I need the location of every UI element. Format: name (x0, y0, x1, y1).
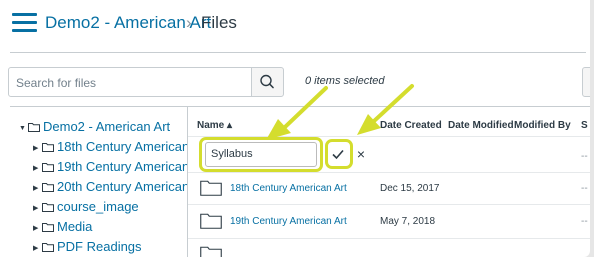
collapsed-triangle-icon: ▶ (33, 165, 39, 172)
collapsed-triangle-icon: ▶ (33, 185, 39, 192)
tree-root-label: Demo2 - American Art (43, 119, 171, 134)
folder-icon (42, 223, 54, 232)
folder-icon (200, 246, 222, 257)
hamburger-menu-icon[interactable] (12, 13, 37, 33)
folder-icon (42, 183, 54, 192)
search-button[interactable] (251, 67, 284, 97)
folder-icon (42, 203, 54, 212)
tree-item-label: PDF Readings (57, 239, 142, 254)
row-divider (188, 204, 590, 205)
column-header-name[interactable]: Name ▴ (197, 120, 232, 131)
tree-item-label: Media (57, 219, 93, 234)
search-input[interactable]: Search for files (8, 67, 252, 97)
folder-icon (42, 243, 54, 252)
tree-item-label: 18th Century American Art (57, 139, 187, 154)
folder-icon (200, 180, 222, 196)
header-divider (10, 52, 586, 53)
collapsed-triangle-icon: ▶ (33, 245, 39, 252)
files-page: Demo2 - American Art › Files Search for … (0, 0, 590, 257)
file-row-date-created: Dec 15, 2017 (380, 183, 440, 194)
cancel-folder-button[interactable]: × (354, 144, 368, 164)
folder-icon (42, 163, 54, 172)
toolbar-divider (10, 106, 590, 107)
tree-item-label: course_image (57, 199, 139, 214)
folder-icon (28, 123, 40, 132)
row-divider (188, 172, 590, 173)
file-row-name-link[interactable]: 19th Century American Art (230, 216, 347, 227)
collapsed-triangle-icon: ▶ (33, 225, 39, 232)
column-header-size[interactable]: S (581, 120, 588, 131)
file-row-modified-by: -- (581, 183, 588, 194)
file-row-date-created: May 7, 2018 (380, 216, 436, 227)
expanded-triangle-icon: ▼ (19, 125, 26, 132)
toolbar-action-button[interactable] (582, 67, 590, 97)
tree-item-20th-century[interactable]: ▶ 20th Century American Art (33, 179, 187, 195)
file-row-modified-by: -- (581, 216, 588, 227)
file-row-name-link[interactable]: 18th Century American Art (230, 183, 347, 194)
collapsed-triangle-icon: ▶ (33, 145, 39, 152)
checkmark-highlight (325, 139, 353, 169)
tree-item-course-image[interactable]: ▶ course_image (33, 199, 139, 215)
search-icon (260, 74, 274, 89)
tree-item-18th-century[interactable]: ▶ 18th Century American Art (33, 139, 187, 155)
folder-tree: ▼ Demo2 - American Art ▶ 18th Century Amer… (0, 110, 187, 257)
tree-item-media[interactable]: ▶ Media (33, 219, 92, 235)
collapsed-triangle-icon: ▶ (33, 205, 39, 212)
folder-icon (200, 213, 222, 229)
column-header-modified-by[interactable]: Modified By (514, 120, 571, 131)
items-selected-count: 0 items selected (305, 75, 385, 87)
tree-root-item[interactable]: ▼ Demo2 - American Art (19, 119, 170, 135)
column-header-date-created[interactable]: Date Created (380, 120, 442, 131)
tree-item-pdf-readings[interactable]: ▶ PDF Readings (33, 239, 142, 255)
input-highlight (199, 137, 323, 172)
row-divider (188, 238, 590, 239)
tree-item-label: 20th Century American Art (57, 179, 187, 194)
tree-item-19th-century[interactable]: ▶ 19th Century American Art (33, 159, 187, 175)
modified-by-cell: -- (581, 151, 588, 162)
tree-item-label: 19th Century American Art (57, 159, 187, 174)
column-header-date-modified[interactable]: Date Modified (448, 120, 514, 131)
folder-icon (42, 143, 54, 152)
tree-divider (187, 106, 188, 257)
breadcrumb-current-page: Files (201, 13, 237, 32)
breadcrumb-separator: › (186, 13, 192, 32)
